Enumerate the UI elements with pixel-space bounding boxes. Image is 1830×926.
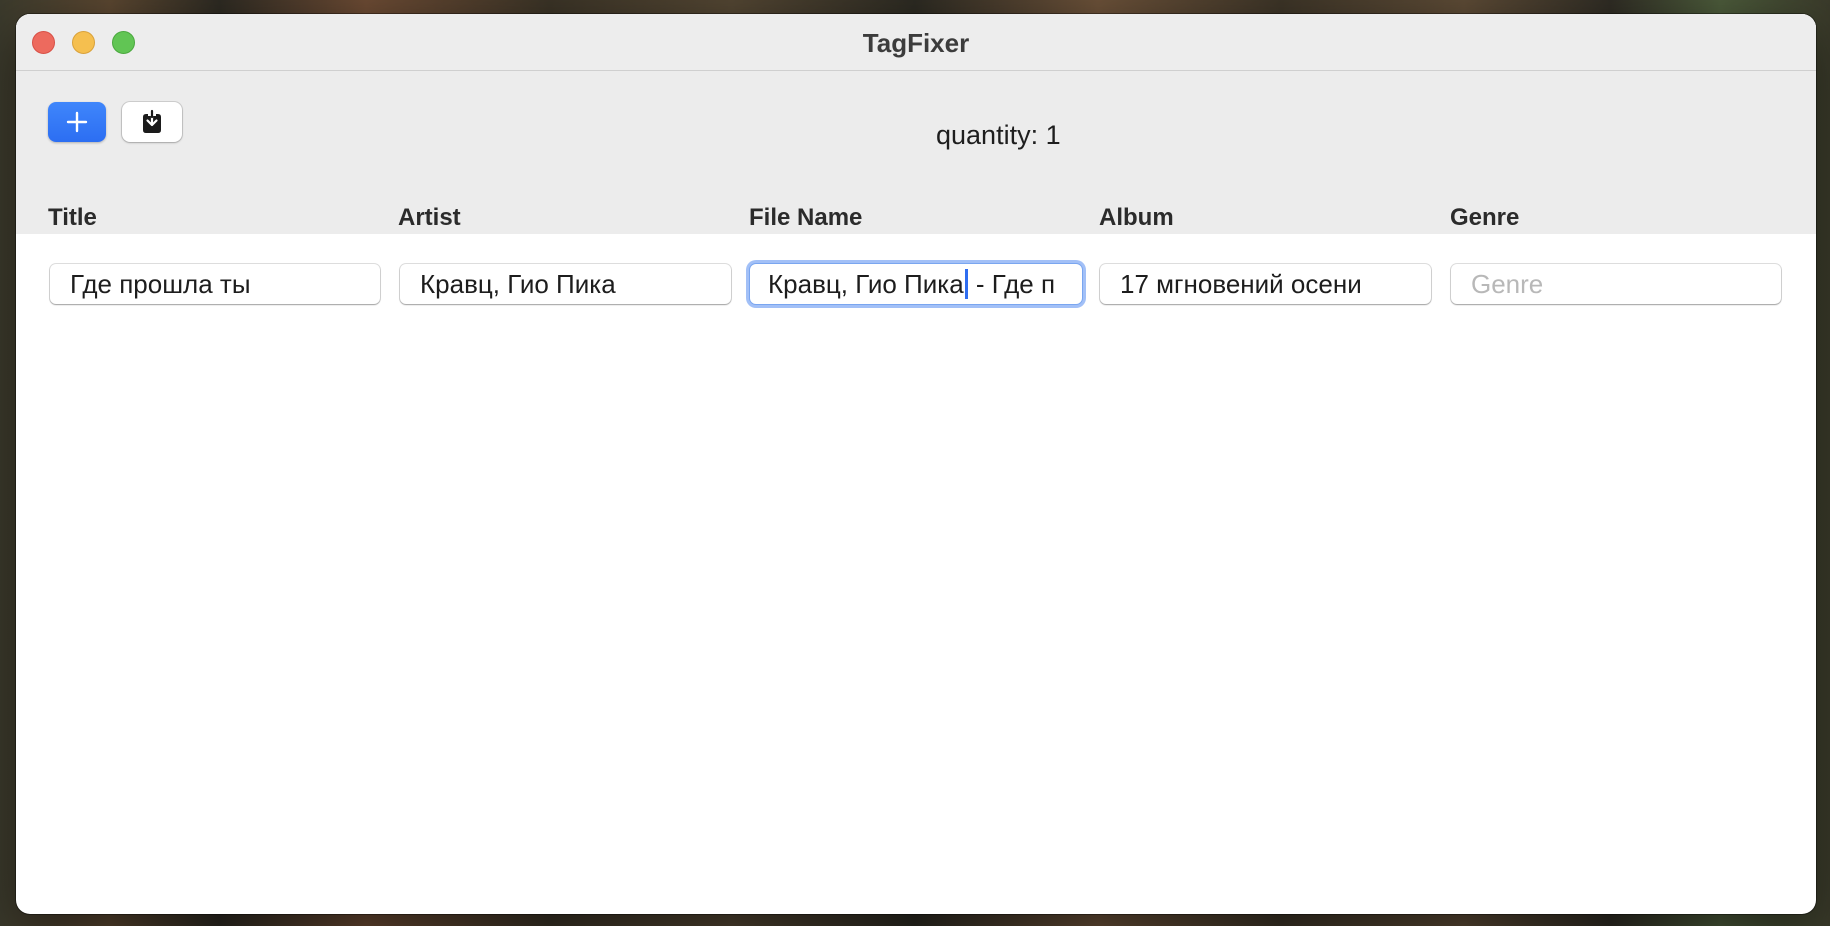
download-icon (143, 109, 161, 133)
file-name-value-after-caret: - Где п (968, 269, 1056, 299)
save-tags-button[interactable] (122, 102, 182, 142)
title-value: Где прошла ты (70, 269, 251, 299)
add-files-button[interactable] (48, 102, 106, 142)
quantity-label: quantity: 1 (936, 120, 1061, 150)
column-header-artist: Artist (398, 204, 461, 231)
title-field[interactable]: Где прошла ты (50, 264, 380, 304)
genre-field[interactable] (1451, 264, 1781, 304)
column-header-file-name: File Name (749, 204, 863, 231)
text-caret (964, 269, 968, 300)
plus-icon (66, 111, 88, 133)
column-header-album: Album (1099, 204, 1174, 231)
file-name-field[interactable]: Кравц, Гио Пика - Где п (750, 264, 1082, 304)
album-field[interactable]: 17 мгновений осени (1100, 264, 1431, 304)
artist-field[interactable]: Кравц, Гио Пика (400, 264, 731, 304)
column-header-genre: Genre (1450, 204, 1520, 231)
artist-value: Кравц, Гио Пика (420, 269, 616, 299)
window-title: TagFixer (862, 28, 970, 58)
file-name-value-before-caret: Кравц, Гио Пика (768, 269, 964, 299)
title-bar[interactable]: TagFixer (16, 14, 1816, 71)
app-window: TagFixer quantity: 1 Title Artist File N… (16, 14, 1816, 914)
column-header-title: Title (48, 204, 97, 231)
album-value: 17 мгновений осени (1120, 269, 1362, 299)
